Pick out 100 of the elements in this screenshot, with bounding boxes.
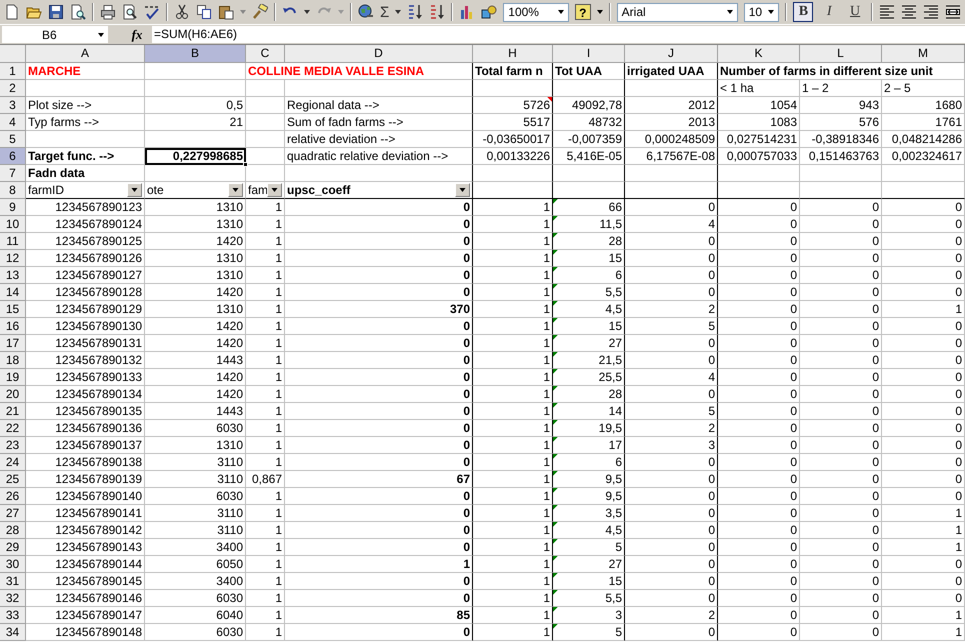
filter-dropdown-button[interactable] bbox=[228, 183, 243, 197]
column-header[interactable]: M bbox=[882, 45, 965, 63]
align-right-icon[interactable] bbox=[923, 4, 940, 20]
filter-dropdown-button[interactable] bbox=[455, 183, 470, 197]
column-header[interactable]: J bbox=[625, 45, 718, 63]
merge-center-icon[interactable] bbox=[945, 4, 962, 20]
table-cell bbox=[553, 182, 625, 199]
row-header[interactable]: 6 bbox=[0, 148, 26, 165]
row-header[interactable]: 1 bbox=[0, 63, 26, 80]
selected-cell[interactable]: 0,227998685 bbox=[145, 148, 246, 165]
row-header[interactable]: 16 bbox=[0, 318, 26, 335]
row-header[interactable]: 21 bbox=[0, 403, 26, 420]
dropdown-arrow-icon[interactable] bbox=[768, 10, 774, 14]
globe-link-icon[interactable] bbox=[358, 4, 374, 20]
table-cell: 66 bbox=[553, 199, 625, 216]
table-cell bbox=[246, 114, 285, 131]
table-cell: 1 bbox=[246, 199, 285, 216]
row-header[interactable]: 22 bbox=[0, 420, 26, 437]
dropdown-arrow-icon[interactable] bbox=[395, 10, 402, 14]
row-header[interactable]: 32 bbox=[0, 590, 26, 607]
column-header[interactable]: K bbox=[718, 45, 800, 63]
drawing-tools-icon[interactable] bbox=[481, 4, 498, 20]
name-box[interactable]: B6 bbox=[2, 26, 108, 43]
cut-icon[interactable] bbox=[174, 4, 190, 20]
row-header[interactable]: 4 bbox=[0, 114, 26, 131]
row-header[interactable]: 23 bbox=[0, 437, 26, 454]
caret-icon[interactable] bbox=[131, 188, 138, 192]
print-icon[interactable] bbox=[100, 4, 116, 20]
align-left-icon[interactable] bbox=[879, 4, 896, 20]
row-header[interactable]: 26 bbox=[0, 488, 26, 505]
row-header[interactable]: 25 bbox=[0, 471, 26, 488]
zoom-dropdown[interactable]: 100% bbox=[503, 2, 569, 22]
table-cell: 0 bbox=[800, 556, 882, 573]
dropdown-arrow-icon[interactable] bbox=[98, 32, 104, 36]
row-header[interactable]: 10 bbox=[0, 216, 26, 233]
paste-icon[interactable] bbox=[218, 4, 234, 20]
row-header[interactable]: 7 bbox=[0, 165, 26, 182]
caret-icon[interactable] bbox=[271, 188, 278, 192]
row-header[interactable]: 17 bbox=[0, 335, 26, 352]
table-cell: 1234567890128 bbox=[26, 284, 145, 301]
row-header[interactable]: 20 bbox=[0, 386, 26, 403]
row-header[interactable]: 8 bbox=[0, 182, 26, 199]
filter-dropdown-button[interactable] bbox=[267, 183, 282, 197]
row-header[interactable]: 27 bbox=[0, 505, 26, 522]
table-cell: 0 bbox=[285, 488, 473, 505]
font-dropdown[interactable]: Arial bbox=[616, 2, 738, 22]
help-button[interactable]: ? bbox=[574, 4, 591, 20]
row-header[interactable]: 29 bbox=[0, 539, 26, 556]
row-header[interactable]: 3 bbox=[0, 97, 26, 114]
column-header[interactable]: I bbox=[553, 45, 625, 63]
column-header[interactable]: L bbox=[800, 45, 882, 63]
row-header[interactable]: 34 bbox=[0, 624, 26, 641]
column-header[interactable]: B bbox=[145, 45, 246, 63]
dropdown-arrow-icon[interactable] bbox=[726, 10, 733, 14]
spell-check-icon[interactable] bbox=[144, 4, 160, 20]
format-painter-icon[interactable] bbox=[252, 4, 268, 20]
row-header[interactable]: 33 bbox=[0, 607, 26, 624]
align-center-icon[interactable] bbox=[901, 4, 918, 20]
formula-field[interactable]: =SUM(H6:AE6) bbox=[152, 26, 965, 43]
column-header[interactable]: D bbox=[285, 45, 473, 63]
autosum-button[interactable]: Σ bbox=[380, 4, 390, 20]
row-header[interactable]: 30 bbox=[0, 556, 26, 573]
table-cell: 1 bbox=[246, 335, 285, 352]
dropdown-arrow-icon[interactable] bbox=[304, 10, 310, 14]
row-header[interactable]: 5 bbox=[0, 131, 26, 148]
row-header[interactable]: 14 bbox=[0, 284, 26, 301]
print-preview-icon[interactable] bbox=[122, 4, 138, 20]
row-header[interactable]: 31 bbox=[0, 573, 26, 590]
column-header[interactable]: C bbox=[246, 45, 285, 63]
copy-icon[interactable] bbox=[196, 4, 212, 20]
filter-dropdown-button[interactable] bbox=[127, 183, 142, 197]
row-header[interactable]: 19 bbox=[0, 369, 26, 386]
bold-button[interactable]: B bbox=[793, 2, 814, 22]
table-cell: 0 bbox=[718, 386, 800, 403]
caret-icon[interactable] bbox=[232, 188, 239, 192]
insert-function-button[interactable]: fx bbox=[122, 26, 152, 42]
column-header[interactable]: A bbox=[26, 45, 145, 63]
row-header[interactable]: 24 bbox=[0, 454, 26, 471]
underline-button[interactable]: U bbox=[845, 2, 866, 22]
row-header[interactable]: 12 bbox=[0, 250, 26, 267]
column-header[interactable]: H bbox=[473, 45, 553, 63]
dropdown-arrow-icon[interactable] bbox=[596, 10, 603, 14]
sort-descending-icon[interactable] bbox=[429, 4, 446, 20]
search-document-icon[interactable] bbox=[70, 4, 86, 20]
table-cell bbox=[246, 148, 285, 165]
dropdown-arrow-icon[interactable] bbox=[558, 10, 564, 14]
row-header[interactable]: 15 bbox=[0, 301, 26, 318]
row-header[interactable]: 18 bbox=[0, 352, 26, 369]
font-size-dropdown[interactable]: 10 bbox=[744, 2, 780, 22]
caret-icon[interactable] bbox=[459, 188, 466, 192]
row-header[interactable]: 9 bbox=[0, 199, 26, 216]
table-cell: 0 bbox=[625, 199, 718, 216]
row-header[interactable]: 11 bbox=[0, 233, 26, 250]
row-header[interactable]: 13 bbox=[0, 267, 26, 284]
row-header[interactable]: 2 bbox=[0, 80, 26, 97]
row-header[interactable]: 28 bbox=[0, 522, 26, 539]
italic-button[interactable]: I bbox=[819, 2, 840, 22]
sort-ascending-icon[interactable] bbox=[407, 4, 424, 20]
new-document-icon[interactable] bbox=[4, 4, 20, 20]
save-icon[interactable] bbox=[48, 4, 64, 20]
